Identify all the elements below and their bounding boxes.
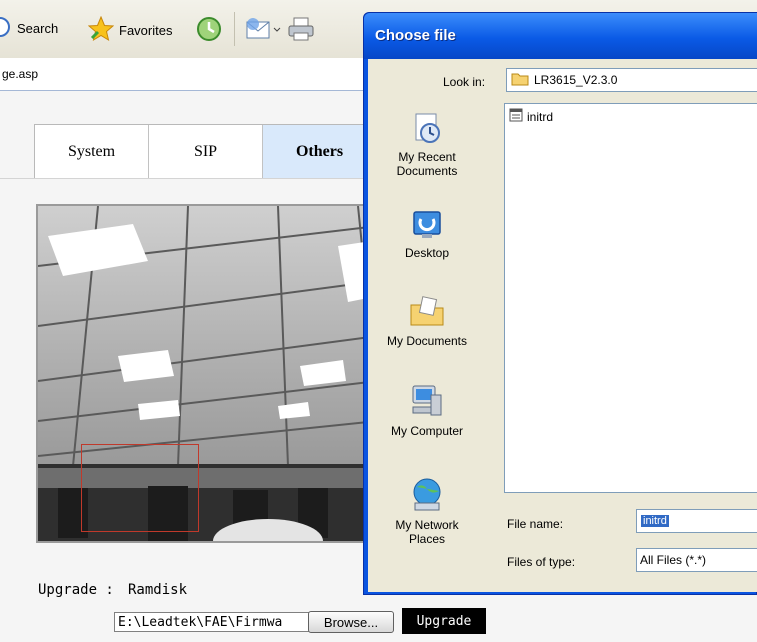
place-network-places[interactable]: My Network Places — [380, 477, 474, 546]
look-in-value: LR3615_V2.3.0 — [534, 73, 618, 87]
files-of-type-label: Files of type: — [507, 555, 576, 569]
dialog-titlebar[interactable]: Choose file — [364, 13, 757, 59]
look-in-dropdown[interactable]: LR3615_V2.3.0 — [506, 68, 757, 92]
toolbar-separator — [234, 12, 235, 46]
my-documents-icon — [409, 293, 445, 334]
file-list[interactable]: initrd — [504, 103, 757, 493]
dialog-body: Look in: LR3615_V2.3.0 My Recent Documen… — [368, 59, 757, 592]
place-my-documents[interactable]: My Documents — [380, 293, 474, 348]
place-label: My Documents — [386, 334, 468, 348]
upgrade-label: Upgrade : — [38, 582, 114, 598]
search-icon — [0, 16, 12, 41]
recent-documents-icon — [410, 111, 444, 150]
place-label: My Recent Documents — [396, 150, 458, 178]
address-url: ge.asp — [2, 67, 39, 81]
firmware-path-input[interactable]: E:\Leadtek\FAE\Firmwa — [114, 612, 310, 632]
favorites-button[interactable]: Favorites — [87, 15, 173, 45]
mail-icon — [245, 16, 283, 45]
file-name-label: File name: — [507, 517, 564, 531]
tab-sip[interactable]: SIP — [149, 125, 263, 179]
upgrade-type: Ramdisk — [128, 582, 188, 598]
tab-others[interactable]: Others — [263, 125, 377, 179]
history-icon — [196, 16, 222, 45]
folder-icon — [511, 72, 529, 89]
mail-button[interactable] — [245, 16, 283, 45]
desktop-icon — [410, 207, 444, 246]
place-label: My Computer — [390, 424, 464, 438]
search-button[interactable]: Search — [0, 16, 58, 41]
network-places-icon — [409, 477, 445, 518]
tab-system[interactable]: System — [35, 125, 149, 179]
file-icon — [509, 108, 523, 125]
motion-detection-region[interactable] — [81, 444, 199, 532]
file-name: initrd — [527, 109, 554, 124]
print-button[interactable] — [287, 16, 315, 45]
search-label: Search — [17, 21, 59, 36]
place-label: My Network Places — [395, 518, 459, 546]
place-recent-documents[interactable]: My Recent Documents — [380, 111, 474, 178]
camera-preview — [36, 204, 380, 543]
places-bar: My Recent Documents Desktop My Documents… — [380, 103, 474, 587]
file-name-input[interactable]: initrd — [636, 509, 757, 533]
history-button[interactable] — [196, 16, 222, 45]
upgrade-button[interactable]: Upgrade — [402, 608, 486, 634]
choose-file-dialog: Choose file Look in: LR3615_V2.3.0 My Re… — [363, 12, 757, 595]
favorites-star-icon — [87, 15, 115, 45]
place-desktop[interactable]: Desktop — [380, 207, 474, 260]
settings-tabs: System SIP Others — [34, 124, 378, 179]
favorites-label: Favorites — [119, 23, 173, 38]
dialog-title: Choose file — [375, 27, 456, 44]
printer-icon — [287, 16, 315, 45]
browse-button[interactable]: Browse... — [308, 611, 394, 633]
file-name-value: initrd — [641, 515, 669, 527]
list-item[interactable]: initrd — [509, 108, 553, 125]
place-my-computer[interactable]: My Computer — [380, 383, 474, 438]
files-of-type-dropdown[interactable]: All Files (*.*) — [636, 548, 757, 572]
place-label: Desktop — [404, 246, 450, 260]
look-in-label: Look in: — [443, 75, 486, 89]
my-computer-icon — [409, 383, 445, 424]
